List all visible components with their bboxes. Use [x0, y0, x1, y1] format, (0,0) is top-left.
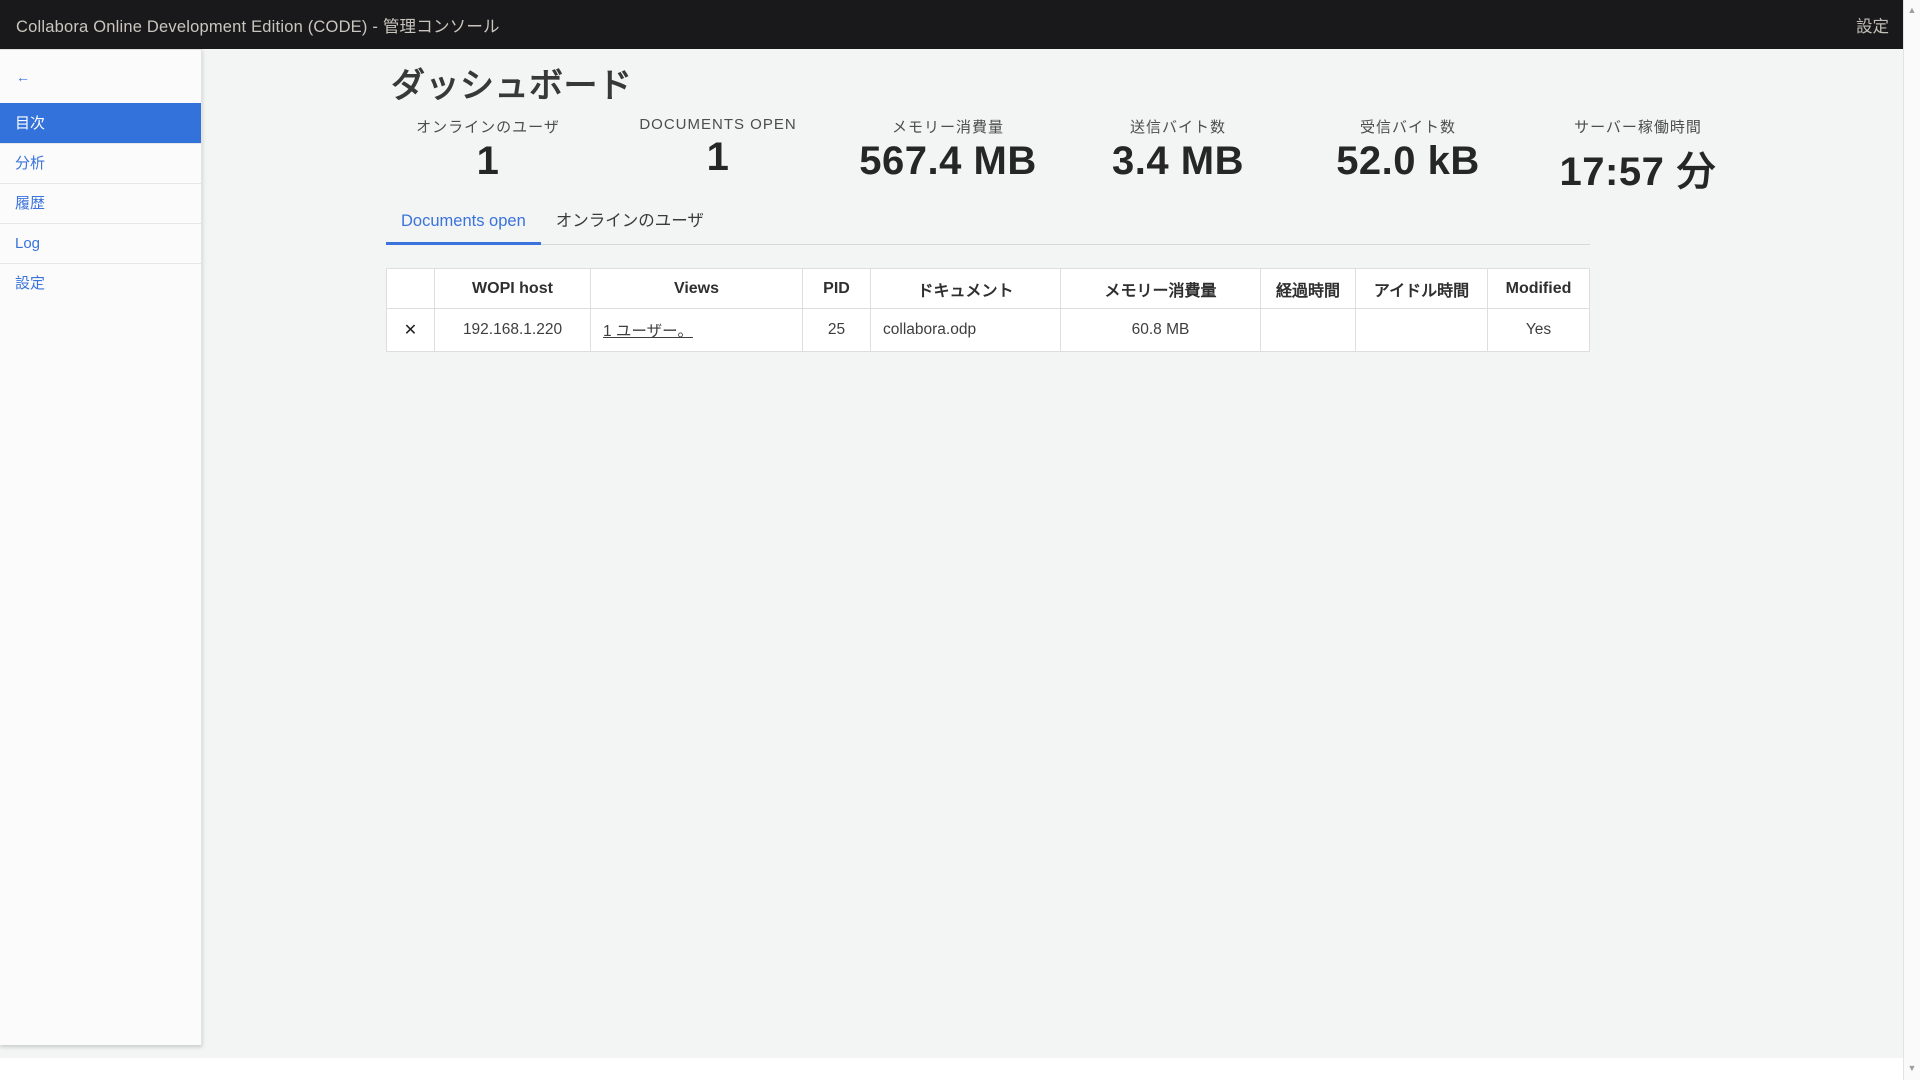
stat-value: 567.4 MB — [833, 139, 1063, 184]
idle-cell — [1356, 309, 1488, 352]
scroll-down-icon[interactable]: ▼ — [1904, 1062, 1920, 1074]
stat-bytes-received: 受信バイト数 52.0 kB — [1293, 116, 1523, 197]
sidebar-item-settings[interactable]: 設定 — [0, 263, 201, 303]
stat-label: 送信バイト数 — [1063, 116, 1293, 137]
stat-bytes-sent: 送信バイト数 3.4 MB — [1063, 116, 1293, 197]
stat-label: 受信バイト数 — [1293, 116, 1523, 137]
wopi-host-cell: 192.168.1.220 — [435, 309, 591, 352]
kill-document-cell[interactable]: ✕ — [387, 309, 435, 352]
sidebar-item-label: 履歴 — [15, 195, 45, 212]
sidebar-item-toc[interactable]: 目次 — [0, 103, 201, 143]
sidebar-item-label: 目次 — [15, 115, 45, 132]
sidebar-item-label: 設定 — [15, 275, 45, 292]
sidebar-item-history[interactable]: 履歴 — [0, 183, 201, 223]
sidebar-item-analytics[interactable]: 分析 — [0, 143, 201, 183]
sidebar-back-button[interactable]: ← — [0, 50, 201, 103]
stat-server-uptime: サーバー稼働時間 17:57 分 — [1523, 116, 1753, 197]
col-header-document: ドキュメント — [871, 269, 1061, 309]
memory-cell: 60.8 MB — [1061, 309, 1261, 352]
modified-cell: Yes — [1488, 309, 1590, 352]
pid-cell: 25 — [803, 309, 871, 352]
page-title: ダッシュボード — [391, 58, 633, 107]
views-cell: 1 ユーザー。 — [591, 309, 803, 352]
topbar: Collabora Online Development Edition (CO… — [0, 0, 1903, 49]
scroll-up-icon[interactable]: ▲ — [1904, 4, 1920, 16]
stat-online-users: オンラインのユーザ 1 — [373, 116, 603, 197]
stat-value: 17:57 分 — [1523, 139, 1753, 197]
stat-label: サーバー稼働時間 — [1523, 116, 1753, 137]
col-header-views: Views — [591, 269, 803, 309]
elapsed-cell — [1261, 309, 1356, 352]
stat-value: 3.4 MB — [1063, 139, 1293, 184]
topbar-settings-link[interactable]: 設定 — [1856, 13, 1889, 37]
table-row: ✕ 192.168.1.220 1 ユーザー。 25 collabora.odp… — [387, 309, 1590, 352]
sidebar-item-label: 分析 — [15, 155, 45, 172]
tab-documents-open[interactable]: Documents open — [386, 208, 541, 245]
stat-label: オンラインのユーザ — [373, 116, 603, 137]
views-link[interactable]: 1 ユーザー。 — [603, 323, 693, 340]
stat-value: 1 — [373, 139, 603, 184]
stat-memory-consumed: メモリー消費量 567.4 MB — [833, 116, 1063, 197]
col-header-modified: Modified — [1488, 269, 1590, 309]
sidebar: ← 目次 分析 履歴 Log 設定 — [0, 49, 202, 1045]
tab-online-users[interactable]: オンラインのユーザ — [541, 208, 719, 245]
col-header-kill — [387, 269, 435, 309]
col-header-pid: PID — [803, 269, 871, 309]
document-cell: collabora.odp — [871, 309, 1061, 352]
stat-value: 52.0 kB — [1293, 139, 1523, 184]
stat-label: メモリー消費量 — [833, 116, 1063, 137]
stat-label: DOCUMENTS OPEN — [603, 116, 833, 133]
col-header-wopi-host: WOPI host — [435, 269, 591, 309]
stats-row: オンラインのユーザ 1 DOCUMENTS OPEN 1 メモリー消費量 567… — [373, 116, 1753, 197]
stat-documents-open: DOCUMENTS OPEN 1 — [603, 116, 833, 197]
vertical-scrollbar[interactable]: ▲ ▼ — [1903, 0, 1920, 1080]
sidebar-item-label: Log — [15, 235, 40, 252]
close-icon[interactable]: ✕ — [404, 322, 417, 339]
tab-bar: Documents open オンラインのユーザ — [386, 208, 1590, 245]
table-header-row: WOPI host Views PID ドキュメント メモリー消費量 経過時間 … — [387, 269, 1590, 309]
app-title: Collabora Online Development Edition (CO… — [16, 13, 500, 37]
col-header-elapsed: 経過時間 — [1261, 269, 1356, 309]
back-arrow-icon: ← — [16, 69, 30, 85]
stat-value: 1 — [603, 135, 833, 180]
sidebar-item-log[interactable]: Log — [0, 223, 201, 263]
col-header-memory: メモリー消費量 — [1061, 269, 1261, 309]
horizontal-scrollbar[interactable] — [0, 1058, 1903, 1080]
documents-table: WOPI host Views PID ドキュメント メモリー消費量 経過時間 … — [386, 268, 1590, 352]
col-header-idle: アイドル時間 — [1356, 269, 1488, 309]
